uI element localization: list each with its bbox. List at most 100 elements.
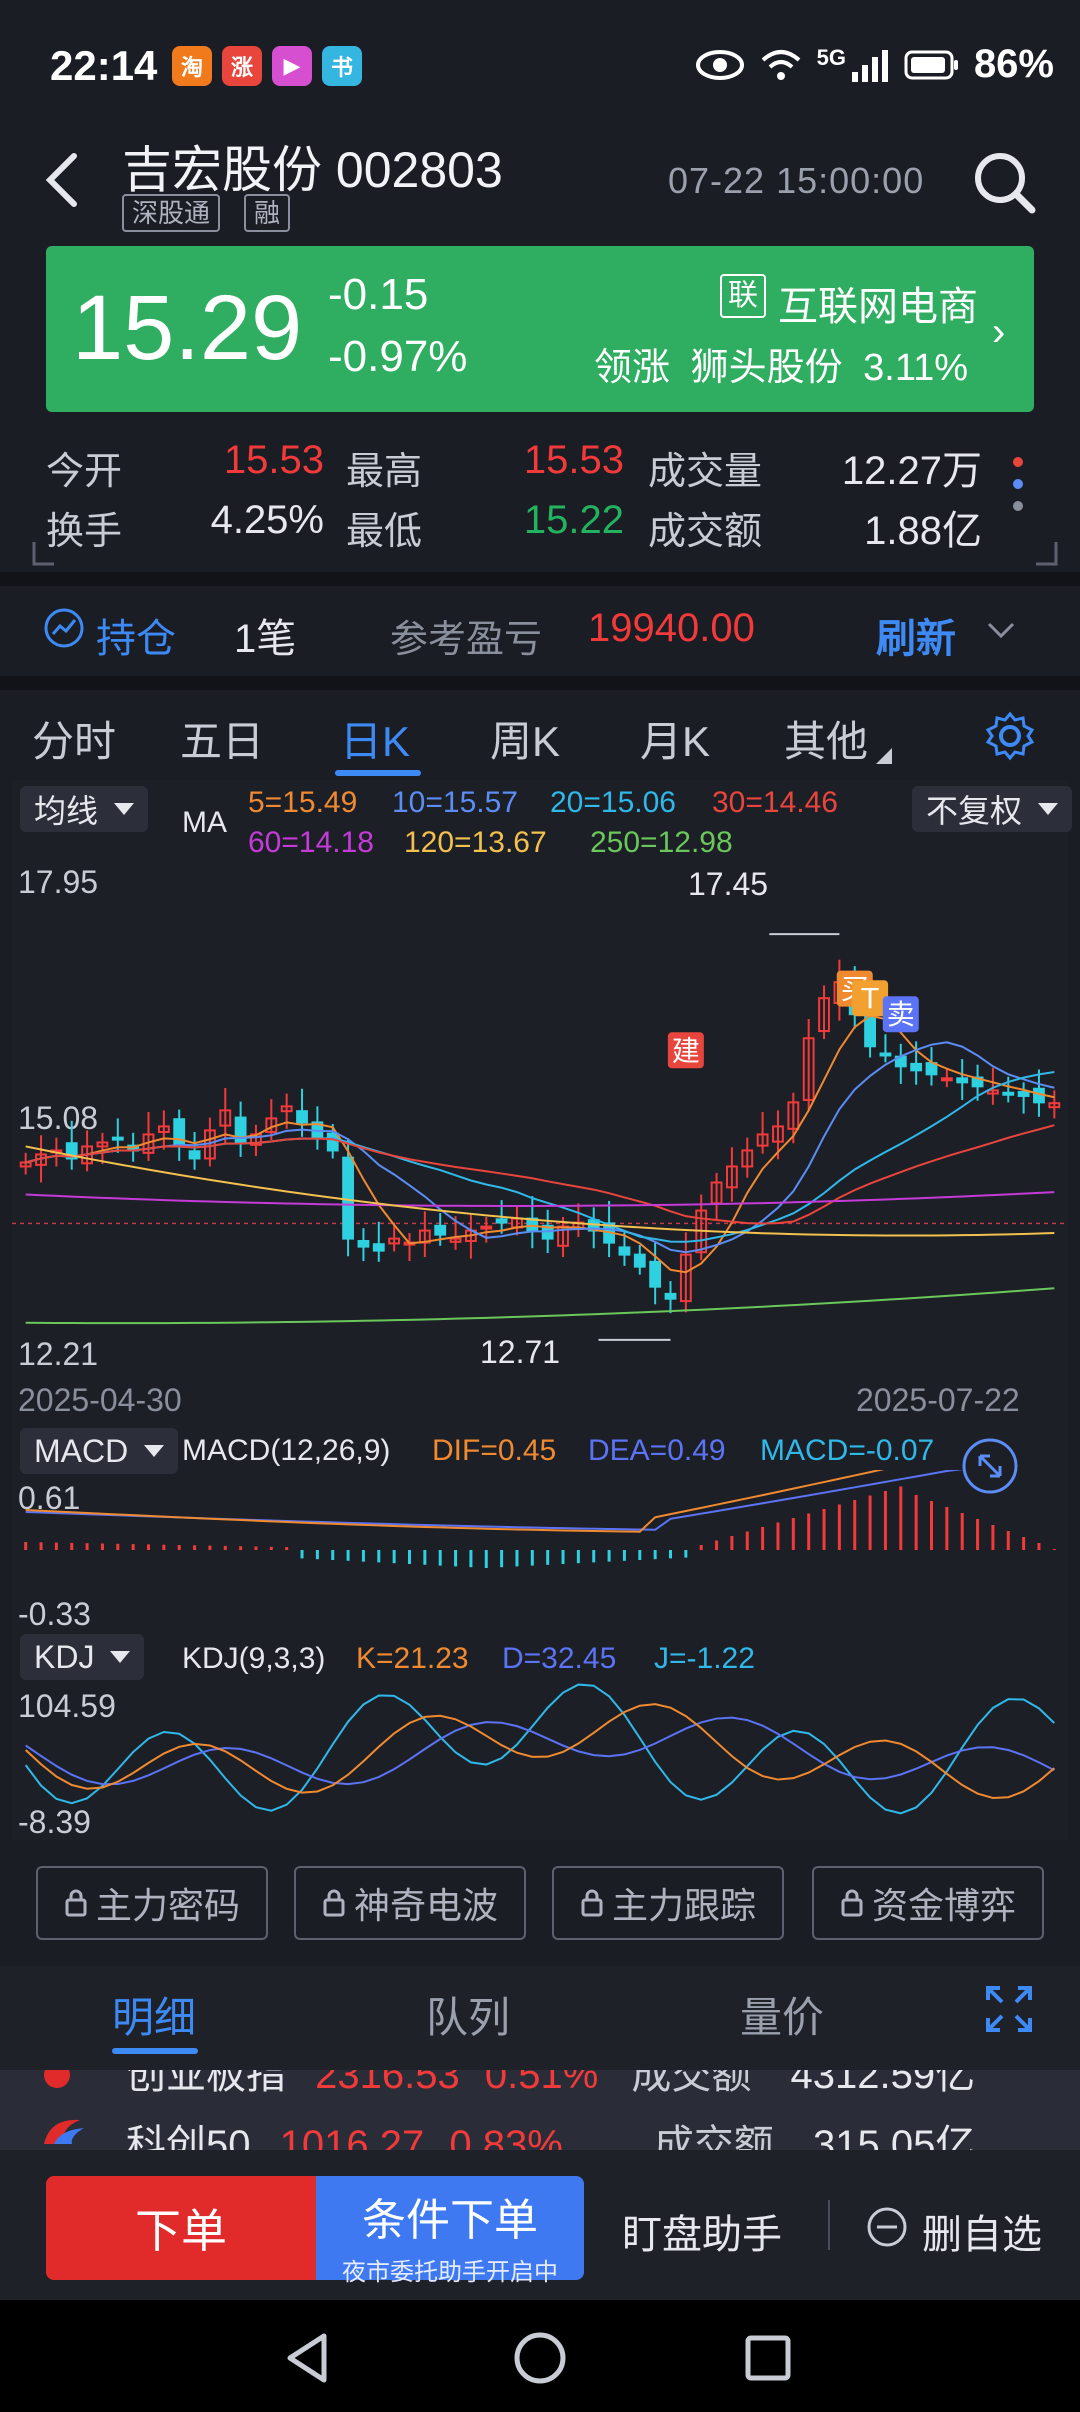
ticker-strip[interactable]: 创业板指 2316.53 0.51% 成交额 4312.59亿 科创50 101… bbox=[0, 2070, 1080, 2150]
kdj-d-line bbox=[25, 1716, 1055, 1786]
pnl-value: 19940.00 bbox=[588, 606, 755, 650]
kdj-d: D=32.45 bbox=[502, 1642, 617, 1675]
status-app-icons: 淘 涨 ▶ 书 bbox=[172, 46, 362, 86]
expand-corners-icon[interactable] bbox=[30, 540, 1060, 570]
gear-icon[interactable] bbox=[984, 710, 1036, 762]
battery-level: 86% bbox=[973, 42, 1054, 86]
quote-volume-value: 12.27万 bbox=[841, 449, 982, 493]
tool-main-code-button[interactable]: 主力密码 bbox=[36, 1866, 268, 1940]
lead-pct: 3.11% bbox=[863, 347, 969, 389]
tab-queue[interactable]: 队列 bbox=[426, 1984, 510, 2045]
ma-prefix: MA bbox=[182, 806, 227, 839]
more-dots-icon[interactable] bbox=[1006, 452, 1030, 516]
back-arrow-icon[interactable] bbox=[38, 148, 88, 212]
refresh-button[interactable]: 刷新 bbox=[876, 606, 956, 664]
chevron-right-icon[interactable]: › bbox=[992, 310, 1005, 355]
indicator-select[interactable]: 均线 bbox=[20, 786, 149, 832]
lock-icon bbox=[841, 1889, 863, 1917]
candle-body bbox=[956, 1077, 969, 1084]
status-time: 22:14 bbox=[50, 42, 158, 89]
video-app-icon: ▶ bbox=[272, 46, 312, 86]
macd-chart[interactable] bbox=[12, 1470, 1068, 1630]
ticker-partial-row: 创业板指 2316.53 0.51% 成交额 4312.59亿 bbox=[126, 2070, 975, 2100]
kline-chart[interactable]: 建买T卖 bbox=[12, 880, 1068, 1370]
candle-body bbox=[495, 1218, 508, 1224]
pnl-label: 参考盈亏 bbox=[390, 619, 543, 661]
candle-body bbox=[326, 1132, 339, 1152]
position-count: 1笔 bbox=[234, 617, 297, 661]
lead-label: 领涨 bbox=[594, 347, 671, 389]
network-type: 5G bbox=[816, 44, 846, 70]
order-button[interactable]: 下单 bbox=[46, 2176, 316, 2280]
ma20-value: 20=15.06 bbox=[550, 786, 676, 819]
date-start: 2025-04-30 bbox=[18, 1382, 182, 1418]
caret-down-icon bbox=[144, 1445, 165, 1457]
conditional-order-button[interactable]: 条件下单 夜市委托助手开启中 bbox=[316, 2176, 584, 2286]
caret-down-icon bbox=[114, 803, 135, 815]
divider bbox=[828, 2200, 830, 2250]
lead-stock: 狮头股份 bbox=[690, 347, 843, 389]
candle-body bbox=[480, 1225, 493, 1230]
sector-name: 互联网电商 bbox=[778, 285, 978, 329]
kdj-select-label: KDJ bbox=[34, 1638, 95, 1675]
tab-monthly-k[interactable]: 月K bbox=[640, 708, 710, 769]
tab-intraday[interactable]: 分时 bbox=[32, 708, 116, 769]
tool-wave-button[interactable]: 神奇电波 bbox=[294, 1866, 526, 1940]
tab-volume-price[interactable]: 量价 bbox=[740, 1984, 824, 2045]
kdj-k: K=21.23 bbox=[356, 1642, 469, 1675]
tool-label: 主力密码 bbox=[95, 1885, 240, 1926]
watch-assistant-button[interactable]: 盯盘助手 bbox=[622, 2202, 782, 2260]
tool-fund-button[interactable]: 资金博弈 bbox=[812, 1866, 1044, 1940]
lock-icon bbox=[581, 1889, 603, 1917]
kdj-select[interactable]: KDJ bbox=[20, 1634, 145, 1680]
caret-down-icon bbox=[110, 1651, 131, 1663]
candle-body bbox=[649, 1260, 662, 1288]
kdj-j-line bbox=[24, 1683, 1056, 1815]
macd-dea: DEA=0.49 bbox=[588, 1434, 726, 1467]
nav-recents-icon[interactable] bbox=[744, 2334, 792, 2382]
ticker-row: 科创50 1016.27 0.83% 成交额 315.05亿 bbox=[126, 2112, 975, 2150]
remove-circle-icon[interactable] bbox=[866, 2206, 908, 2248]
tab-other[interactable]: 其他 bbox=[784, 708, 868, 769]
sector-leader: 领涨 狮头股份 3.11% bbox=[594, 336, 968, 391]
ticker-partial-value: 2316.53 bbox=[315, 2070, 460, 2097]
caret-down-icon bbox=[1038, 803, 1059, 815]
position-label[interactable]: 持仓 bbox=[96, 606, 176, 664]
candle-body bbox=[1002, 1091, 1015, 1096]
tab-weekly-k[interactable]: 周K bbox=[490, 708, 560, 769]
tab-detail[interactable]: 明细 bbox=[112, 1984, 196, 2045]
divider bbox=[0, 572, 1080, 586]
tool-label: 资金博弈 bbox=[871, 1885, 1016, 1926]
macd-select-label: MACD bbox=[34, 1432, 129, 1469]
search-icon[interactable] bbox=[970, 148, 1038, 216]
nav-back-icon[interactable] bbox=[282, 2330, 332, 2386]
kdj-chart[interactable] bbox=[12, 1680, 1068, 1840]
tool-tracking-button[interactable]: 主力跟踪 bbox=[552, 1866, 784, 1940]
adjust-select-label: 不复权 bbox=[926, 793, 1023, 829]
adjust-select[interactable]: 不复权 bbox=[912, 786, 1073, 832]
candle-body bbox=[296, 1110, 308, 1124]
ticker-partial-name: 创业板指 bbox=[126, 2070, 286, 2097]
sector-tag: 联 bbox=[720, 274, 766, 318]
candle-body bbox=[664, 1292, 677, 1300]
zhang-app-icon: 涨 bbox=[222, 46, 262, 86]
chevron-down-icon[interactable] bbox=[986, 620, 1016, 640]
battery-icon bbox=[904, 50, 958, 79]
indicator-select-label: 均线 bbox=[34, 793, 99, 829]
macd-select[interactable]: MACD bbox=[20, 1428, 179, 1474]
stock-name: 吉宏股份 bbox=[122, 142, 322, 198]
candle-body bbox=[111, 1136, 124, 1141]
candle-body bbox=[633, 1253, 646, 1268]
last-price: 15.29 bbox=[72, 277, 303, 379]
quote-low-value: 15.22 bbox=[523, 498, 624, 542]
tab-daily-k[interactable]: 日K bbox=[340, 708, 410, 769]
ma60-line bbox=[25, 1191, 1055, 1207]
remove-watchlist-button[interactable]: 删自选 bbox=[922, 2202, 1042, 2260]
macd-dif: DIF=0.45 bbox=[432, 1434, 557, 1467]
kdj-params: KDJ(9,3,3) bbox=[182, 1642, 326, 1675]
divider bbox=[0, 676, 1080, 690]
nav-home-icon[interactable] bbox=[512, 2330, 568, 2386]
tab-five-day[interactable]: 五日 bbox=[180, 708, 264, 769]
fullscreen-icon[interactable] bbox=[984, 1984, 1034, 2034]
quote-timestamp: 07-22 15:00:00 bbox=[668, 160, 925, 201]
